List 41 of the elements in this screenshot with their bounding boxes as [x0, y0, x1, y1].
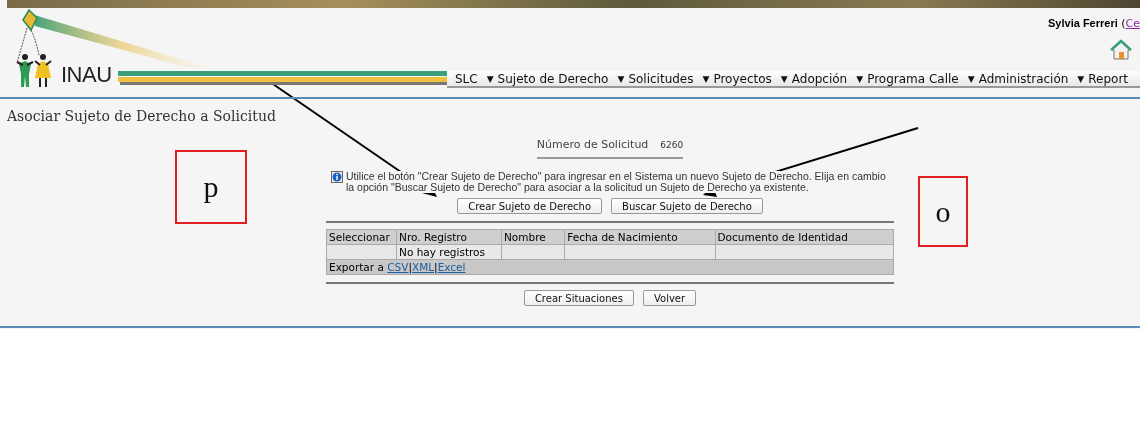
- logo-text: INAU: [61, 62, 112, 88]
- menu-item[interactable]: SLC: [455, 71, 478, 86]
- menu-item[interactable]: Administración: [978, 71, 1069, 86]
- export-link[interactable]: CSV: [387, 261, 409, 273]
- column-header: Nro. Registro: [396, 229, 502, 245]
- annotation-box: p: [175, 150, 247, 224]
- info-icon: [331, 171, 343, 183]
- column-header: Fecha de Nacimiento: [564, 229, 716, 245]
- logout-link[interactable]: Ce: [1125, 17, 1140, 30]
- menu-item[interactable]: Solicitudes: [628, 71, 694, 86]
- solicitud-number: 6260: [660, 140, 684, 150]
- menu-item[interactable]: Sujeto de Derecho: [497, 71, 609, 86]
- menu-item[interactable]: Programa Calle: [867, 71, 959, 86]
- export-link[interactable]: XML: [412, 261, 435, 273]
- export-label: Exportar a: [329, 261, 384, 273]
- link-separator: |: [434, 261, 438, 273]
- parenthesis: (: [1121, 17, 1126, 30]
- column-header: Nombre: [501, 229, 565, 245]
- action-button[interactable]: Crear Sujeto de Derecho: [457, 198, 603, 214]
- menu-item[interactable]: Adopción: [791, 71, 848, 86]
- page-title: Asociar Sujeto de Derecho a Solicitud: [6, 107, 277, 126]
- dropdown-arrow[interactable]: ▼: [617, 73, 625, 84]
- home-icon[interactable]: [1110, 39, 1132, 61]
- dropdown-arrow[interactable]: ▼: [1077, 73, 1085, 84]
- dropdown-arrow[interactable]: ▼: [486, 73, 494, 84]
- dropdown-arrow[interactable]: ▼: [856, 73, 864, 84]
- user-name: Sylvia Ferreri: [1048, 17, 1118, 29]
- solicitud-label: Número de Solicitud: [536, 138, 649, 151]
- menu-item[interactable]: Report: [1088, 71, 1129, 86]
- column-header: Documento de Identidad: [715, 229, 894, 245]
- column-header: Seleccionar: [326, 229, 397, 245]
- menu-item[interactable]: Proyectos: [713, 71, 772, 86]
- dropdown-arrow[interactable]: ▼: [780, 73, 788, 84]
- dropdown-arrow[interactable]: ▼: [702, 73, 710, 84]
- annotation-box: o: [918, 176, 968, 247]
- link-separator: |: [408, 261, 412, 273]
- action-button[interactable]: Volver: [642, 290, 697, 306]
- export-link[interactable]: Excel: [437, 261, 466, 273]
- dropdown-arrow[interactable]: ▼: [967, 73, 975, 84]
- action-button[interactable]: Crear Situaciones: [523, 290, 634, 306]
- action-button[interactable]: Buscar Sujeto de Derecho: [611, 198, 763, 214]
